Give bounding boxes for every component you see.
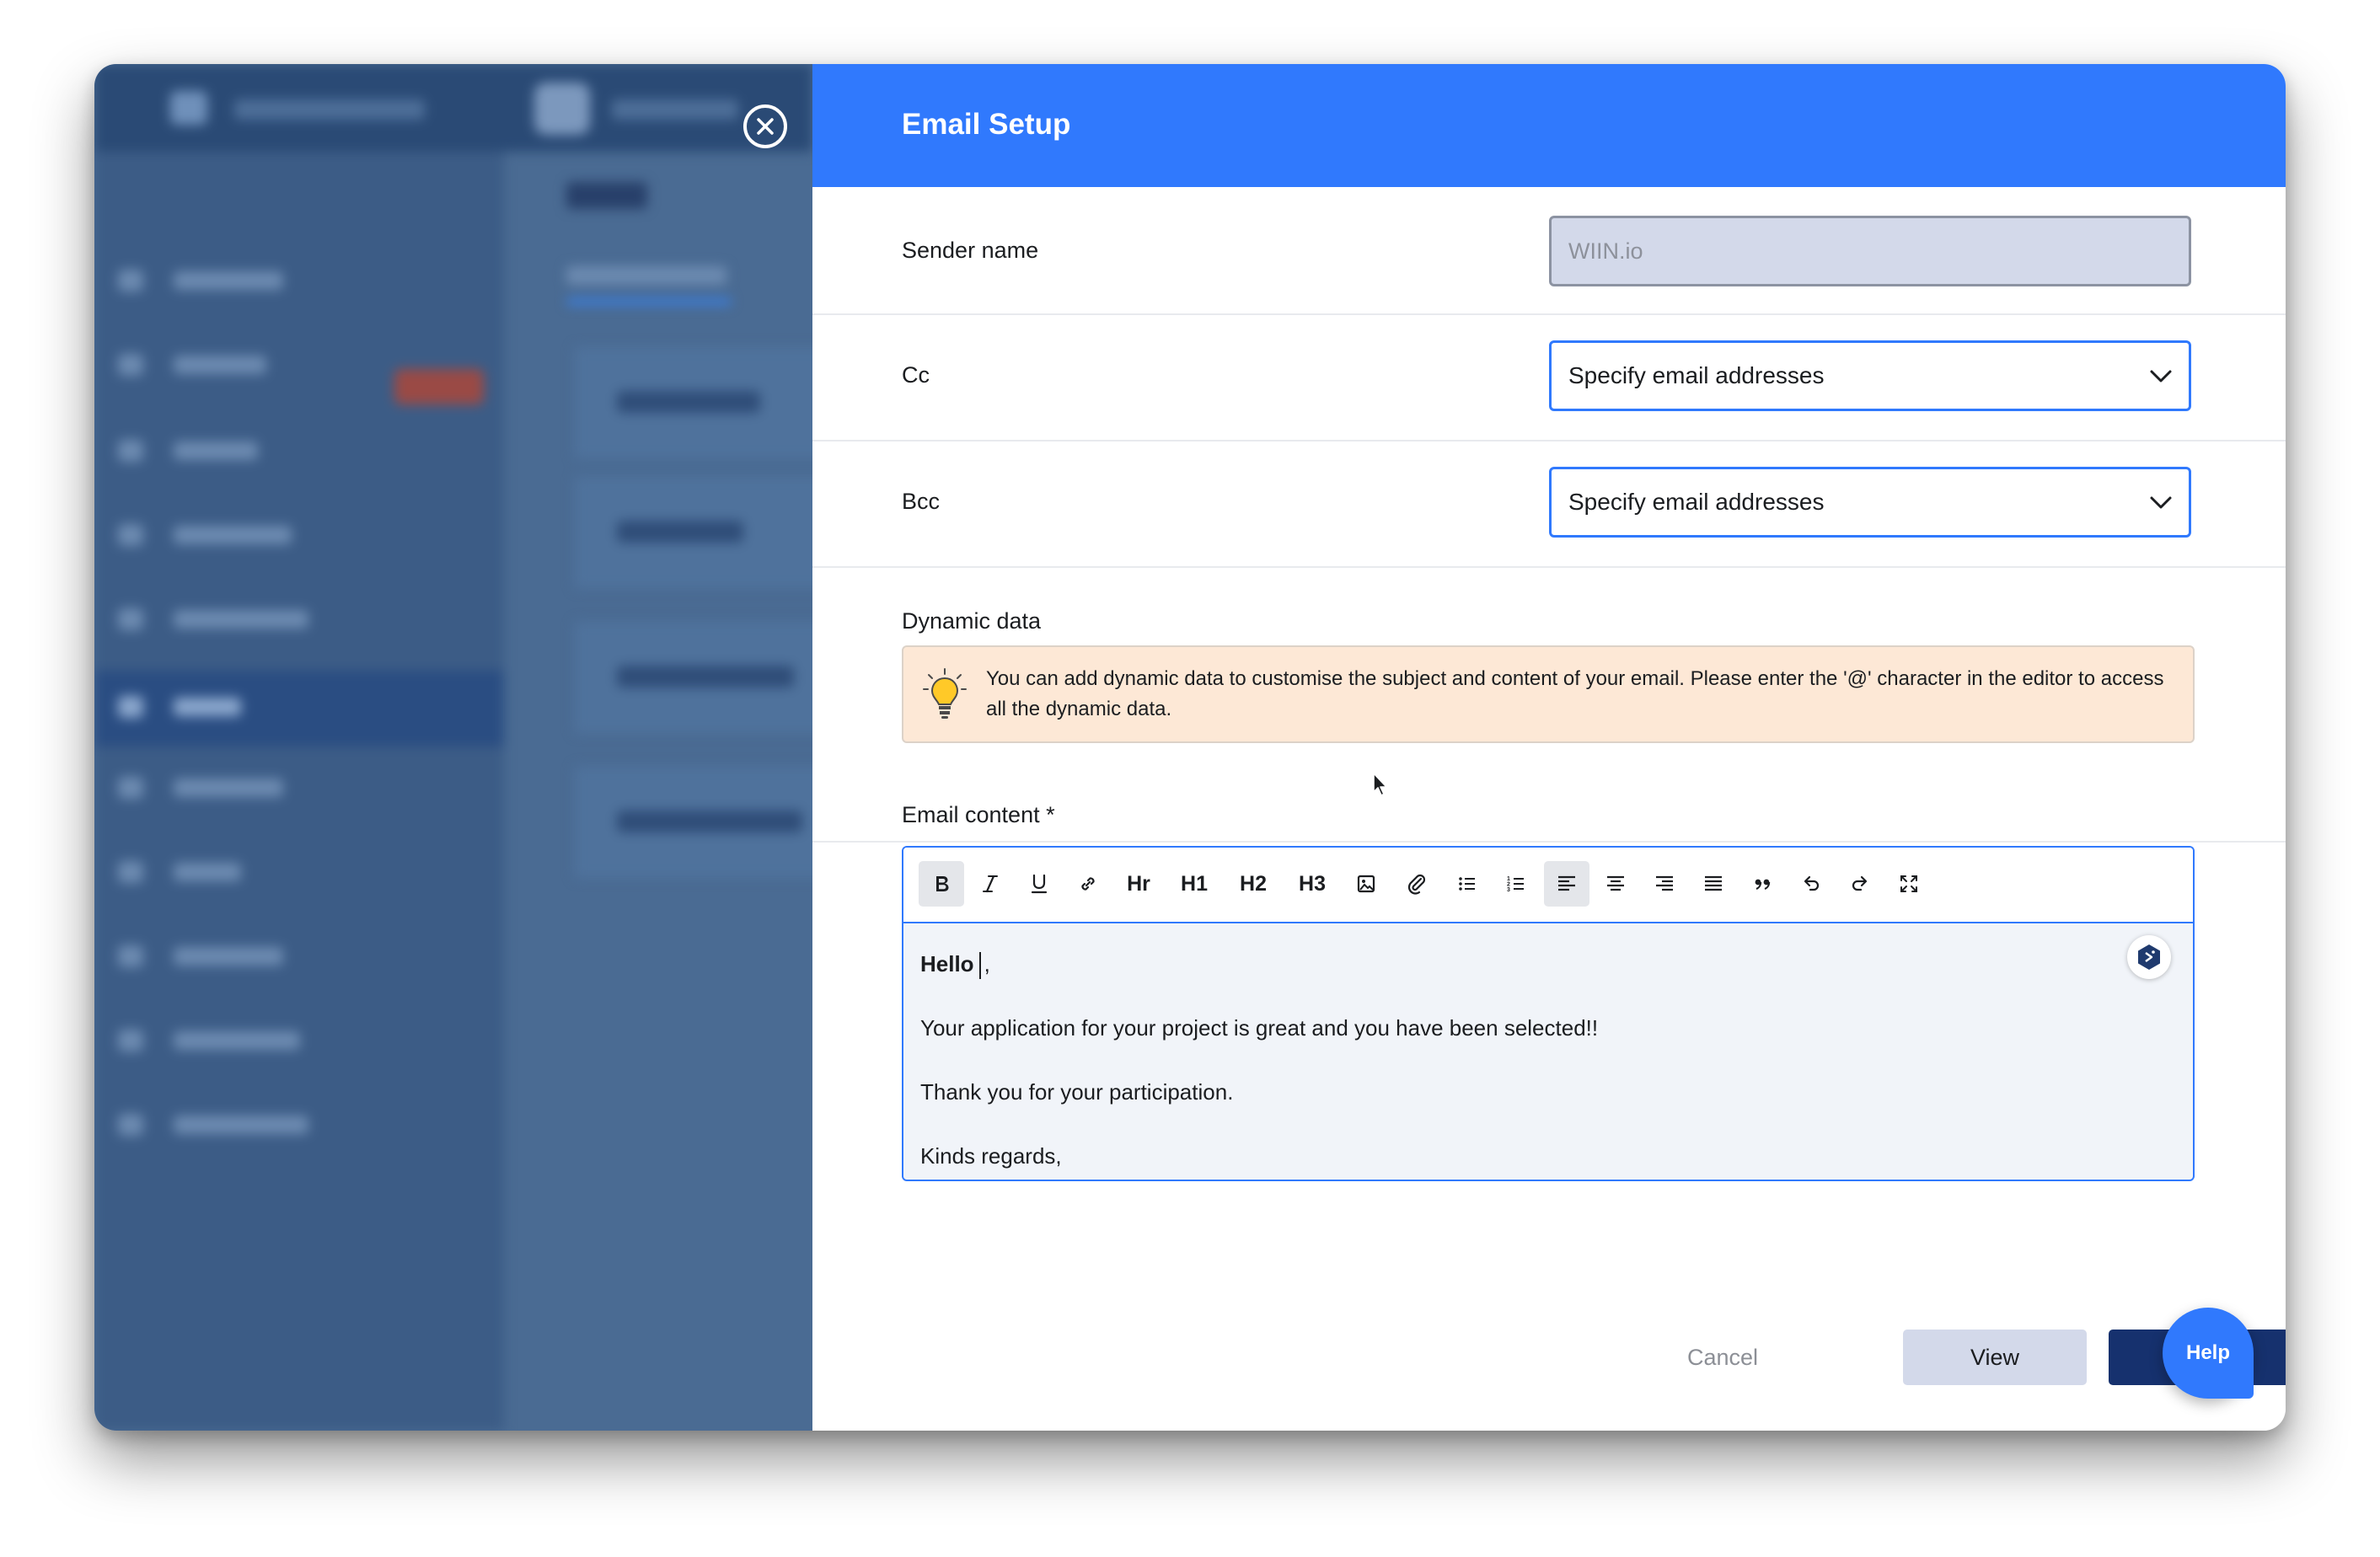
align-center-button[interactable] — [1593, 861, 1638, 907]
bullet-list-icon — [1459, 877, 1475, 891]
email-setup-panel: Email Setup Sender name WIIN.io Cc Speci… — [812, 64, 2286, 1431]
content-line-4: Kinds regards, — [920, 1143, 1062, 1169]
svg-text:3: 3 — [1507, 887, 1510, 893]
numbered-list-icon: 123 — [1507, 876, 1524, 893]
background-sidebar — [94, 152, 504, 1431]
greeting-bold-text: Hello — [920, 951, 974, 976]
fullscreen-button[interactable] — [1886, 861, 1932, 907]
quote-button[interactable] — [1739, 861, 1785, 907]
italic-button[interactable] — [968, 861, 1013, 907]
cancel-button[interactable]: Cancel — [1655, 1330, 1790, 1385]
sender-name-row: Sender name WIIN.io — [812, 187, 2286, 315]
chevron-down-icon — [2150, 370, 2172, 383]
align-right-button[interactable] — [1642, 861, 1687, 907]
mouse-pointer-icon — [1373, 773, 1387, 796]
close-icon — [757, 118, 774, 135]
help-button[interactable]: Help — [2163, 1308, 2254, 1399]
redo-icon — [1852, 875, 1868, 891]
background-topbar — [94, 64, 812, 152]
bcc-select[interactable]: Specify email addresses — [1549, 467, 2191, 538]
align-justify-icon — [1705, 875, 1722, 891]
dynamic-data-label: Dynamic data — [902, 608, 1042, 634]
content-line-2: Your application for your project is gre… — [920, 1015, 1599, 1041]
image-button[interactable] — [1343, 861, 1389, 907]
align-right-icon — [1656, 875, 1673, 891]
h1-button[interactable]: H1 — [1171, 861, 1217, 907]
bullet-list-button[interactable] — [1445, 861, 1490, 907]
hr-button[interactable]: Hr — [1116, 861, 1161, 907]
paperclip-icon — [1407, 874, 1426, 895]
hexagon-assistant-icon — [2138, 944, 2160, 970]
align-justify-button[interactable] — [1691, 861, 1736, 907]
email-content-editor[interactable]: Hr H1 H2 H3 123 Hello , Your application… — [902, 846, 2195, 1181]
cc-label: Cc — [902, 362, 930, 388]
ai-assistant-button[interactable] — [2127, 935, 2171, 979]
underline-button[interactable] — [1016, 861, 1062, 907]
cc-select-value: Specify email addresses — [1568, 362, 1825, 388]
text-caret — [978, 952, 981, 980]
dynamic-data-info: You can add dynamic data to customise th… — [902, 645, 2195, 743]
panel-header: Email Setup — [812, 64, 2286, 187]
underline-icon — [1031, 874, 1048, 894]
bcc-select-value: Specify email addresses — [1568, 489, 1825, 515]
sender-name-label: Sender name — [902, 238, 1039, 263]
email-content-label: Email content * — [902, 802, 1055, 827]
align-left-button[interactable] — [1544, 861, 1589, 907]
link-button[interactable] — [1065, 861, 1111, 907]
background-app-overlay — [94, 64, 812, 1431]
numbered-list-button[interactable]: 123 — [1493, 861, 1539, 907]
cc-select[interactable]: Specify email addresses — [1549, 340, 2191, 411]
fullscreen-icon — [1900, 875, 1917, 892]
image-icon — [1357, 875, 1375, 893]
redo-button[interactable] — [1837, 861, 1883, 907]
bold-button[interactable] — [919, 861, 964, 907]
undo-button[interactable] — [1788, 861, 1834, 907]
quote-icon — [1755, 879, 1771, 890]
bcc-label: Bcc — [902, 489, 941, 514]
attachment-button[interactable] — [1394, 861, 1439, 907]
undo-icon — [1804, 875, 1820, 891]
link-icon — [1081, 877, 1095, 891]
app-window: Email Setup Sender name WIIN.io Cc Speci… — [94, 64, 2286, 1431]
page-title: Email Setup — [902, 108, 1071, 141]
sender-name-input: WIIN.io — [1549, 216, 2191, 286]
help-button-label: Help — [2185, 1341, 2230, 1364]
close-panel-button[interactable] — [743, 104, 787, 148]
bold-icon — [936, 876, 949, 891]
lightbulb-icon — [923, 668, 967, 719]
italic-icon — [983, 875, 998, 893]
align-center-icon — [1607, 875, 1624, 891]
h2-button[interactable]: H2 — [1230, 861, 1276, 907]
align-left-icon — [1558, 875, 1575, 891]
dynamic-data-info-text: You can add dynamic data to customise th… — [986, 667, 2164, 720]
cc-row: Cc Specify email addresses — [812, 313, 2286, 441]
bcc-row: Bcc Specify email addresses — [812, 440, 2286, 568]
content-line-greeting: Hello, — [920, 932, 2176, 996]
editor-toolbar: Hr H1 H2 H3 123 — [903, 848, 2193, 923]
content-line-3: Thank you for your participation. — [920, 1079, 1234, 1105]
h3-button[interactable]: H3 — [1289, 861, 1335, 907]
view-button[interactable]: View — [1903, 1330, 2087, 1385]
greeting-rest-text: , — [984, 951, 990, 976]
editor-content[interactable]: Hello, Your application for your project… — [920, 932, 2176, 1180]
chevron-down-icon — [2150, 496, 2172, 509]
